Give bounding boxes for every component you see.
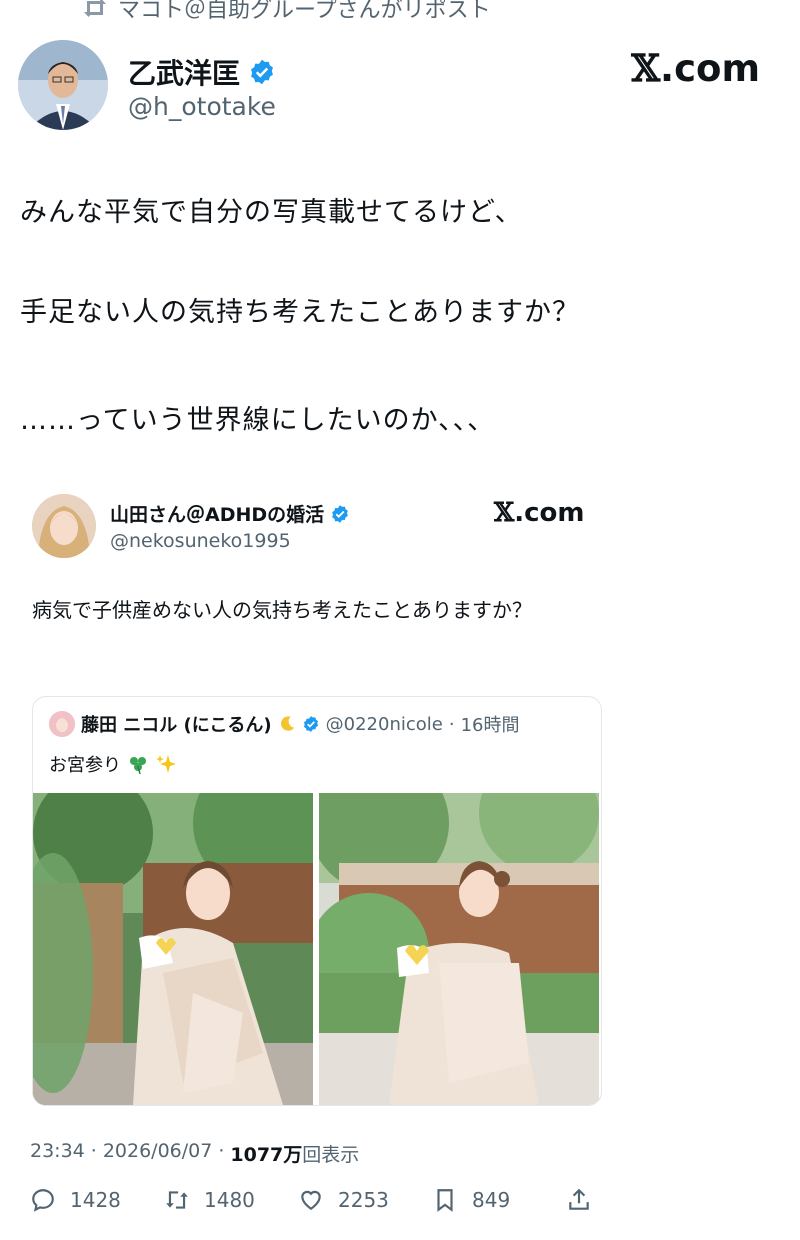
moon-icon — [280, 716, 294, 731]
xcom-logo: 𝕏.com — [631, 46, 760, 90]
views-label: 回表示 — [302, 1144, 360, 1166]
separator-dot: · — [90, 1140, 97, 1162]
inner-author-name[interactable]: 藤田 ニコル (にこるん) — [81, 711, 272, 737]
separator-dot: · — [218, 1140, 225, 1162]
reply-icon — [32, 1189, 54, 1212]
inner-tweet-text: お宮参り — [49, 751, 177, 777]
inner-quoted-tweet[interactable]: 藤田 ニコル (にこるん) @0220nicole · 16時間 お宮参り — [32, 696, 602, 1106]
bookmark-count: 849 — [472, 1188, 511, 1212]
quoted-author-name[interactable]: 山田さん＠ADHDの婚活 — [110, 500, 350, 527]
clover-icon — [130, 757, 146, 775]
quoted-author-handle[interactable]: @nekosuneko1995 — [110, 530, 291, 552]
separator-dot: · — [448, 713, 455, 735]
quoted-tweet-text: 病気で子供産めない人の気持ち考えたことありますか？ — [32, 598, 532, 622]
tweet-author: 乙武洋匡 @h_ototake 𝕏. com — [18, 40, 782, 132]
avatar[interactable] — [18, 40, 108, 130]
xcom-logo: 𝕏.com — [494, 498, 585, 528]
quoted-avatar[interactable] — [32, 494, 96, 558]
verified-badge-icon — [251, 59, 273, 85]
views-count: 1077万 — [230, 1144, 303, 1166]
inner-photo[interactable] — [319, 793, 599, 1105]
x-logo-icon: 𝕏 — [494, 498, 515, 528]
repost-icon — [84, 0, 106, 17]
author-handle[interactable]: @h_ototake — [128, 92, 276, 121]
repost-button[interactable]: 1480 — [164, 1187, 298, 1213]
heart-icon — [301, 1190, 321, 1210]
reply-count: 1428 — [70, 1188, 121, 1212]
tweet-date[interactable]: 2026/06/07 — [103, 1140, 213, 1167]
repost-count: 1480 — [204, 1188, 255, 1212]
verified-badge-icon — [332, 504, 348, 523]
share-icon — [569, 1188, 589, 1210]
inner-tweet-header: 藤田 ニコル (にこるん) @0220nicole · 16時間 — [49, 711, 519, 737]
inner-photo[interactable] — [33, 793, 313, 1105]
quoted-tweet[interactable]: 山田さん＠ADHDの婚活 @nekosuneko1995 𝕏.com 病気で子供… — [18, 472, 800, 1240]
tweet-meta: 23:34 · 2026/06/07 · 1077万回表示 — [30, 1140, 359, 1167]
author-name[interactable]: 乙武洋匡 — [128, 52, 276, 92]
bookmark-button[interactable]: 849 — [432, 1187, 566, 1213]
inner-avatar[interactable] — [49, 711, 75, 737]
tweet-line: みんな平気で自分の写真載せてるけど、 — [20, 197, 523, 228]
bookmark-icon — [437, 1189, 453, 1212]
repost-icon — [166, 1191, 188, 1209]
inner-timestamp[interactable]: 16時間 — [461, 711, 520, 737]
like-count: 2253 — [338, 1188, 389, 1212]
x-logo-icon: 𝕏 — [631, 46, 661, 90]
action-bar: 1428 1480 2253 849 — [30, 1184, 610, 1216]
tweet-line: ……っていう世界線にしたいのか、、、 — [20, 405, 496, 436]
share-button[interactable] — [566, 1187, 596, 1213]
like-button[interactable]: 2253 — [298, 1187, 432, 1213]
sparkles-icon — [156, 755, 176, 773]
inner-author-handle[interactable]: @0220nicole — [326, 714, 443, 735]
tweet-line: 手足ない人の気持ち考えたことありますか？ — [20, 297, 580, 328]
verified-badge-icon — [303, 716, 318, 732]
tweet-time[interactable]: 23:34 — [30, 1140, 85, 1167]
reply-button[interactable]: 1428 — [30, 1187, 164, 1213]
repost-text: マコト＠自助グループさんがリポスト — [118, 0, 491, 23]
repost-banner[interactable]: マコト＠自助グループさんがリポスト — [82, 0, 491, 23]
